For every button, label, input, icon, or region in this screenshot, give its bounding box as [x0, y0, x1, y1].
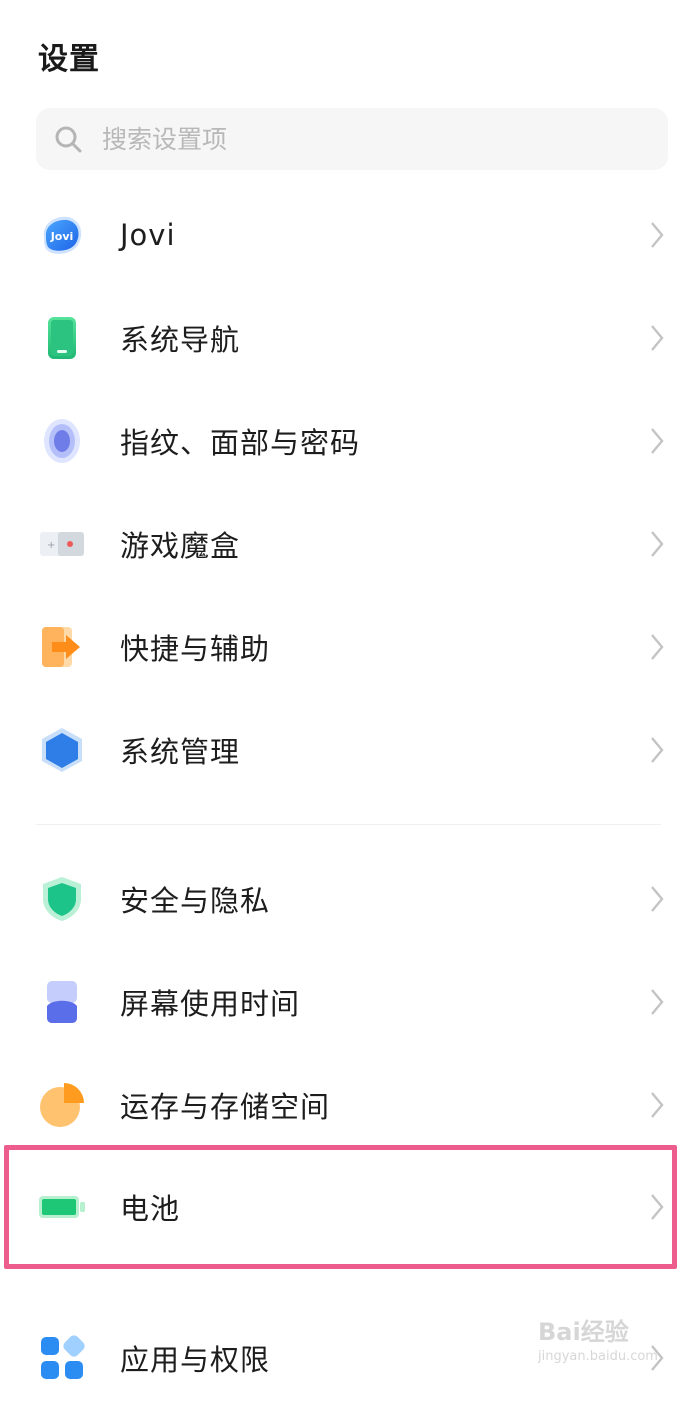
highlight-box	[4, 1145, 677, 1269]
shortcut-arrow-icon	[38, 623, 86, 671]
chevron-right-icon	[651, 531, 664, 557]
chevron-right-icon	[651, 325, 664, 351]
watermark: Bai经验 jingyan.baidu.com	[538, 1312, 688, 1382]
settings-item-security-privacy[interactable]: 安全与隐私	[0, 849, 697, 949]
svg-text:Jovi: Jovi	[50, 230, 74, 243]
hexagon-system-icon	[38, 726, 86, 774]
settings-item-system-navigation[interactable]: 系统导航	[0, 288, 697, 388]
page-title: 设置	[38, 42, 100, 77]
search-icon	[55, 126, 82, 153]
settings-item-label: 运存与存储空间	[120, 1090, 331, 1124]
settings-item-label: 安全与隐私	[120, 884, 271, 918]
settings-item-game-box[interactable]: + 游戏魔盒	[0, 494, 697, 594]
svg-text:+: +	[47, 540, 55, 551]
settings-item-shortcuts-assist[interactable]: 快捷与辅助	[0, 597, 697, 697]
watermark-main: Bai经验	[538, 1318, 629, 1346]
settings-item-system-management[interactable]: 系统管理	[0, 700, 697, 800]
search-input[interactable]	[100, 123, 604, 155]
phone-navigation-icon	[38, 314, 86, 362]
game-box-icon: +	[38, 520, 86, 568]
settings-item-label: 指纹、面部与密码	[120, 426, 361, 460]
hourglass-icon	[38, 978, 86, 1026]
settings-item-screen-time[interactable]: 屏幕使用时间	[0, 952, 697, 1052]
settings-item-memory-storage[interactable]: 运存与存储空间	[0, 1055, 697, 1155]
chevron-right-icon	[651, 222, 664, 248]
shield-icon	[38, 875, 86, 923]
settings-item-label: Jovi	[120, 218, 176, 252]
storage-pie-icon	[38, 1081, 86, 1129]
settings-item-label: 系统管理	[120, 735, 241, 769]
watermark-sub: jingyan.baidu.com	[538, 1349, 658, 1364]
settings-item-label: 应用与权限	[120, 1343, 271, 1377]
chevron-right-icon	[651, 428, 664, 454]
settings-item-label: 系统导航	[120, 323, 241, 357]
chevron-right-icon	[651, 737, 664, 763]
chevron-right-icon	[651, 989, 664, 1015]
section-divider	[36, 824, 661, 825]
chevron-right-icon	[651, 1092, 664, 1118]
chevron-right-icon	[651, 886, 664, 912]
settings-item-fingerprint-face-password[interactable]: 指纹、面部与密码	[0, 391, 697, 491]
fingerprint-icon	[38, 417, 86, 465]
jovi-icon: Jovi	[38, 211, 86, 259]
settings-item-label: 屏幕使用时间	[120, 987, 301, 1021]
settings-item-label: 游戏魔盒	[120, 529, 241, 563]
chevron-right-icon	[651, 634, 664, 660]
settings-item-jovi[interactable]: Jovi Jovi	[0, 185, 697, 285]
settings-item-label: 快捷与辅助	[120, 632, 271, 666]
search-bar[interactable]	[36, 108, 668, 170]
apps-grid-icon	[38, 1334, 86, 1382]
